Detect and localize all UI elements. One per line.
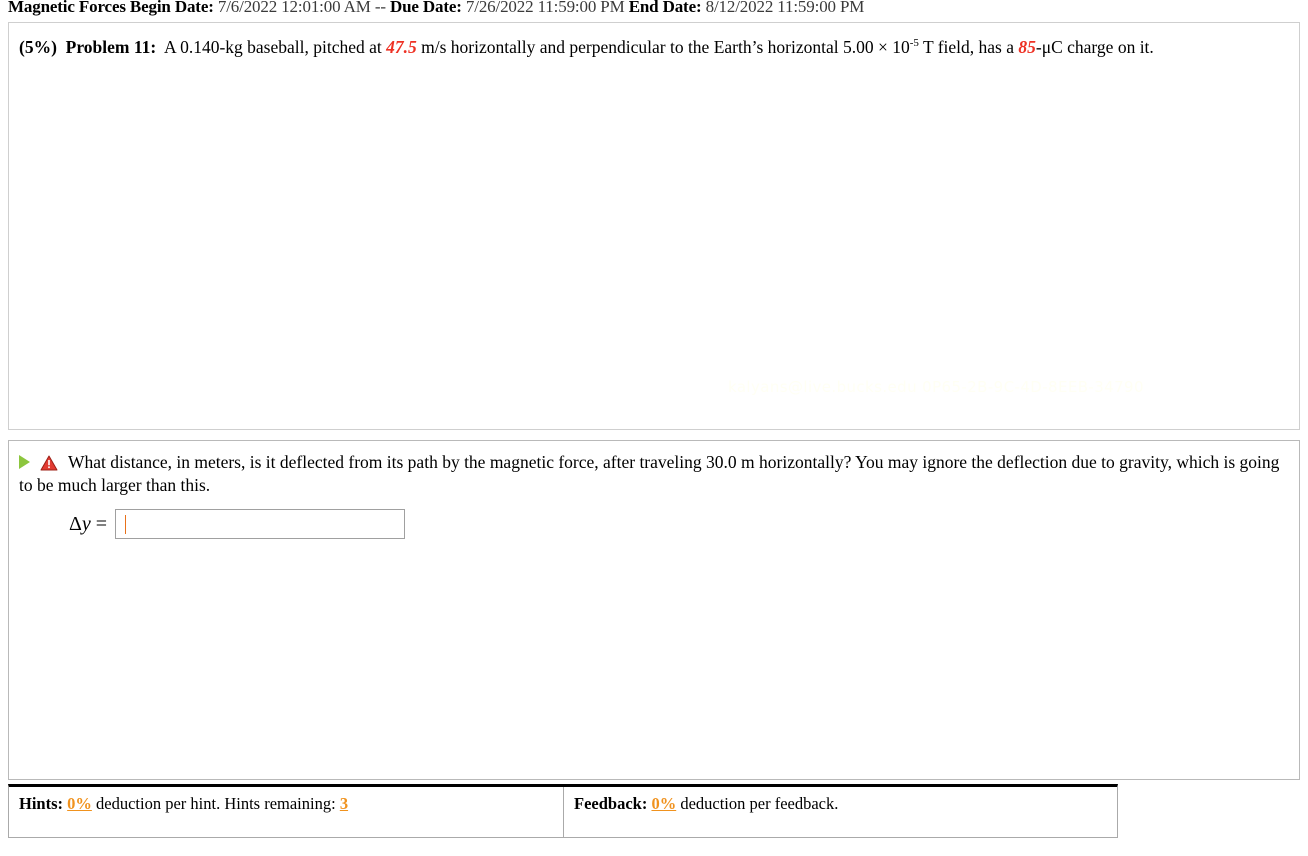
hints-deduction-value: 0% bbox=[67, 794, 92, 813]
begin-date-label: Begin Date: bbox=[129, 0, 214, 16]
warning-triangle-icon bbox=[40, 455, 58, 471]
problem-statement-text: (5%) Problem 11: A 0.140-kg baseball, pi… bbox=[19, 37, 1289, 58]
feedback-label: Feedback: bbox=[574, 794, 648, 813]
problem-statement-panel: (5%) Problem 11: A 0.140-kg baseball, pi… bbox=[8, 22, 1300, 430]
answer-panel: What distance, in meters, is it deflecte… bbox=[8, 440, 1300, 780]
problem-body-3: T field, has a bbox=[918, 37, 1019, 57]
problem-body-4: -μC charge on it. bbox=[1035, 37, 1154, 57]
hints-feedback-bar: Hints: 0% deduction per hint. Hints rema… bbox=[8, 784, 1118, 838]
feedback-cell: Feedback: 0% deduction per feedback. bbox=[564, 787, 1117, 837]
problem-weight: (5%) bbox=[19, 37, 57, 57]
question-text: What distance, in meters, is it deflecte… bbox=[19, 452, 1280, 495]
problem-body-1: A 0.140-kg baseball, pitched at bbox=[164, 37, 387, 57]
problem-title: Problem 11: bbox=[65, 37, 157, 57]
watermark-line-1: kalyans@live.bucks.edu 0P65-2B-9C-4D-8EE… bbox=[728, 378, 1144, 396]
assignment-name: Magnetic Forces bbox=[8, 0, 126, 16]
homework-page: Magnetic Forces Begin Date: 7/6/2022 12:… bbox=[0, 0, 1308, 856]
answer-input[interactable] bbox=[115, 509, 406, 539]
end-date-value: 8/12/2022 11:59:00 PM bbox=[705, 0, 865, 16]
header-separator: -- bbox=[374, 0, 386, 16]
due-date-value: 7/26/2022 11:59:00 PM bbox=[465, 0, 625, 16]
question-row: What distance, in meters, is it deflecte… bbox=[19, 451, 1281, 497]
hints-cell: Hints: 0% deduction per hint. Hints rema… bbox=[9, 787, 564, 837]
hints-remaining-value: 3 bbox=[339, 794, 349, 813]
feedback-deduction-value: 0% bbox=[651, 794, 677, 813]
answer-label: Δy = bbox=[69, 512, 108, 535]
text-caret bbox=[125, 515, 126, 534]
feedback-text: deduction per feedback. bbox=[676, 794, 839, 813]
hints-label: Hints: bbox=[19, 794, 64, 813]
end-date-label: End Date: bbox=[628, 0, 702, 16]
due-date-label: Due Date: bbox=[389, 0, 462, 16]
begin-date-value: 7/6/2022 12:01:00 AM bbox=[217, 0, 371, 16]
hints-text: deduction per hint. Hints remaining: bbox=[91, 794, 336, 813]
problem-speed-value: 47.5 bbox=[386, 37, 417, 57]
play-triangle-icon[interactable] bbox=[19, 455, 30, 469]
problem-field-exponent: -5 bbox=[909, 37, 919, 50]
assignment-header: Magnetic Forces Begin Date: 7/6/2022 12:… bbox=[8, 0, 864, 17]
answer-input-row: Δy = bbox=[69, 509, 406, 539]
problem-charge-value: 85 bbox=[1018, 37, 1036, 57]
problem-body-2: m/s horizontally and perpendicular to th… bbox=[416, 37, 910, 57]
